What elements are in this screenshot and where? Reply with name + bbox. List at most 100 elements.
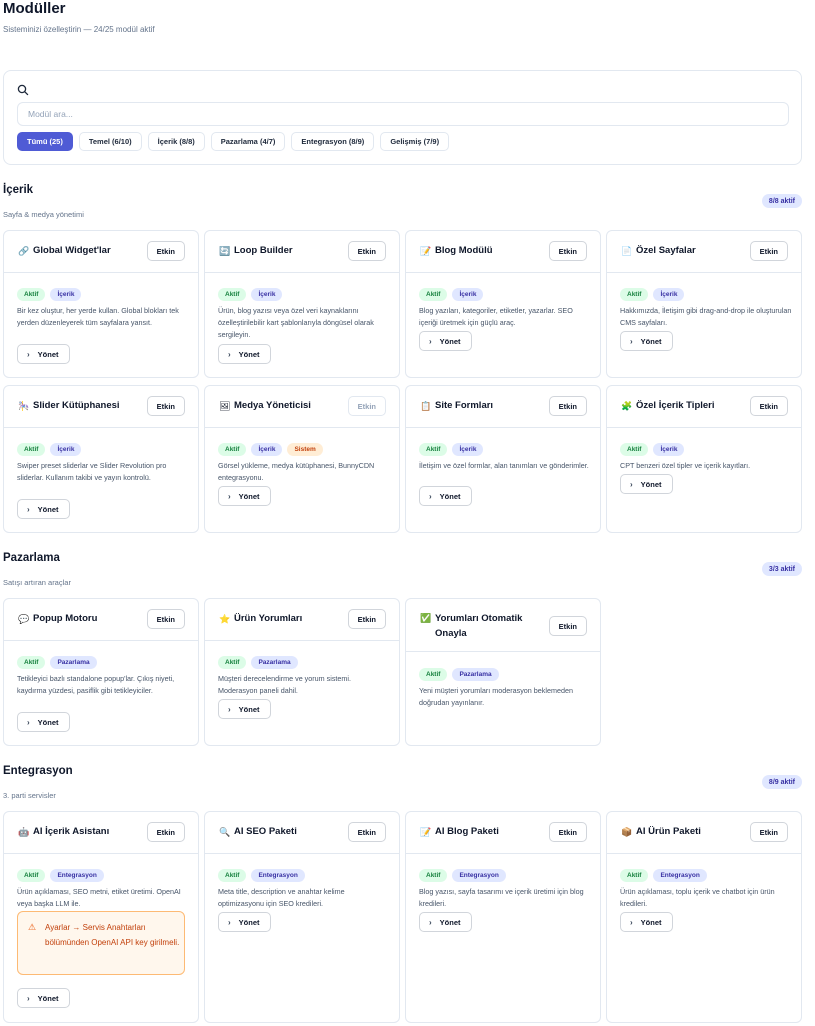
enable-toggle[interactable]: Etkin xyxy=(146,609,185,629)
section-title-icerik: İçerik xyxy=(3,184,34,196)
card-title: Popup Motoru xyxy=(33,613,98,624)
status-badge: Aktif xyxy=(218,869,247,882)
manage-button[interactable]: › Yönet xyxy=(419,486,472,506)
star-icon: ⭐ xyxy=(219,614,231,624)
status-badge: Aktif xyxy=(218,656,247,669)
status-badge: Aktif xyxy=(620,288,649,301)
chevron-right-icon: › xyxy=(429,336,432,346)
card-description: Tetikleyici bazlı standalone popup'lar. … xyxy=(17,674,175,695)
manage-label: Yönet xyxy=(238,491,260,501)
manage-button[interactable]: › Yönet xyxy=(218,699,271,719)
manage-button[interactable]: › Yönet xyxy=(419,331,472,351)
manage-button[interactable]: › Yönet xyxy=(17,988,70,1008)
enable-toggle[interactable]: Etkin xyxy=(146,822,185,842)
status-badge: Aktif xyxy=(17,656,46,669)
speech-bubble-icon: 💬 xyxy=(18,614,30,624)
filter-chip-entegrasyon[interactable]: Entegrasyon (8/9) xyxy=(291,132,375,151)
slider-icon: 🎠 xyxy=(18,401,30,411)
card-description: Bir kez oluştur, her yerde kullan. Globa… xyxy=(17,306,179,327)
module-card-ai-seo-package: 🔍 AI SEO Paketi Etkin Aktif Entegrasyon … xyxy=(204,811,400,1023)
chevron-right-icon: › xyxy=(228,704,231,714)
enable-toggle[interactable]: Etkin xyxy=(548,616,587,636)
status-badge: Aktif xyxy=(419,869,448,882)
card-title: Site Formları xyxy=(435,400,494,411)
module-card-auto-approve-reviews: ✅ Yorumları Otomatik Onayla Etkin Aktif … xyxy=(405,598,601,746)
manage-button[interactable]: › Yönet xyxy=(218,912,271,932)
category-badge: Pazarlama xyxy=(452,668,499,681)
page-icon: 📄 xyxy=(621,246,633,256)
enable-toggle[interactable]: Etkin xyxy=(548,822,587,842)
card-description: Ürün açıklaması, SEO metni, etiket üreti… xyxy=(17,887,181,908)
card-description: Müşteri derecelendirme ve yorum sistemi.… xyxy=(218,674,352,695)
card-description: Blog yazıları, kategoriler, etiketler, y… xyxy=(419,306,573,327)
warning-text: Ayarlar → Servis Anahtarları bölümünden … xyxy=(45,923,180,947)
manage-button[interactable]: › Yönet xyxy=(17,712,70,732)
module-card-custom-pages: 📄 Özel Sayfalar Etkin Aktif İçerik Hakkı… xyxy=(606,230,802,378)
enable-toggle[interactable]: Etkin xyxy=(749,396,788,416)
enable-toggle[interactable]: Etkin xyxy=(146,396,185,416)
manage-button[interactable]: › Yönet xyxy=(17,499,70,519)
enable-toggle[interactable]: Etkin xyxy=(146,241,185,261)
filter-panel: Tümü (25) Temel (6/10) İçerik (8/8) Paza… xyxy=(3,70,802,165)
chevron-right-icon: › xyxy=(429,917,432,927)
manage-button[interactable]: › Yönet xyxy=(620,331,673,351)
manage-button[interactable]: › Yönet xyxy=(218,486,271,506)
module-card-site-forms: 📋 Site Formları Etkin Aktif İçerik İleti… xyxy=(405,385,601,533)
section-subtitle-icerik: Sayfa & medya yönetimi xyxy=(3,210,84,219)
chevron-right-icon: › xyxy=(27,504,30,514)
card-title: AI İçerik Asistanı xyxy=(33,826,110,837)
manage-label: Yönet xyxy=(238,917,260,927)
image-icon: 🖼 xyxy=(219,401,231,411)
enable-toggle[interactable]: Etkin xyxy=(347,241,386,261)
category-badge: Pazarlama xyxy=(50,656,97,669)
chevron-right-icon: › xyxy=(429,491,432,501)
filter-chip-gelismis[interactable]: Gelişmiş (7/9) xyxy=(380,132,450,151)
card-description: Görsel yükleme, medya kütüphanesi, Bunny… xyxy=(218,461,375,482)
category-badge: İçerik xyxy=(50,288,82,301)
enable-toggle[interactable]: Etkin xyxy=(347,396,386,416)
manage-button[interactable]: › Yönet xyxy=(419,912,472,932)
enable-toggle[interactable]: Etkin xyxy=(749,822,788,842)
manage-label: Yönet xyxy=(439,491,461,501)
manage-button[interactable]: › Yönet xyxy=(620,912,673,932)
chevron-right-icon: › xyxy=(27,349,30,359)
card-title: AI Ürün Paketi xyxy=(636,826,701,837)
manage-label: Yönet xyxy=(439,336,461,346)
section-badge-pazarlama: 3/3 aktif xyxy=(761,562,802,576)
enable-toggle[interactable]: Etkin xyxy=(347,609,386,629)
category-badge: Entegrasyon xyxy=(251,869,305,882)
card-description: CPT benzeri özel tipler ve içerik kayıtl… xyxy=(620,461,751,470)
card-description: Swiper preset sliderlar ve Slider Revolu… xyxy=(17,461,167,482)
filter-chip-icerik[interactable]: İçerik (8/8) xyxy=(147,132,205,151)
manage-button[interactable]: › Yönet xyxy=(17,344,70,364)
card-title: Özel İçerik Tipleri xyxy=(636,400,715,411)
card-description: Hakkımızda, İletişim gibi drag-and-drop … xyxy=(620,306,792,327)
filter-chip-temel[interactable]: Temel (6/10) xyxy=(78,132,142,151)
section-badge-entegrasyon: 8/9 aktif xyxy=(761,775,802,789)
manage-label: Yönet xyxy=(640,336,662,346)
enable-toggle[interactable]: Etkin xyxy=(347,822,386,842)
clipboard-icon: 📋 xyxy=(420,401,432,411)
card-title: Blog Modülü xyxy=(435,245,493,256)
warning-alert: ⚠ Ayarlar → Servis Anahtarları bölümünde… xyxy=(17,911,185,975)
section-subtitle-entegrasyon: 3. parti servisler xyxy=(3,791,56,800)
search-icon xyxy=(17,84,29,96)
manage-button[interactable]: › Yönet xyxy=(620,474,673,494)
enable-toggle[interactable]: Etkin xyxy=(749,241,788,261)
category-badge: Pazarlama xyxy=(251,656,298,669)
chevron-right-icon: › xyxy=(630,336,633,346)
module-card-product-reviews: ⭐ Ürün Yorumları Etkin Aktif Pazarlama M… xyxy=(204,598,400,746)
manage-label: Yönet xyxy=(238,704,260,714)
card-title: Global Widget'lar xyxy=(33,245,111,256)
enable-toggle[interactable]: Etkin xyxy=(548,396,587,416)
filter-chip-all[interactable]: Tümü (25) xyxy=(17,132,73,151)
manage-button[interactable]: › Yönet xyxy=(218,344,271,364)
enable-toggle[interactable]: Etkin xyxy=(548,241,587,261)
status-badge: Aktif xyxy=(620,869,649,882)
card-title: Slider Kütüphanesi xyxy=(33,400,120,411)
filter-chip-pazarlama[interactable]: Pazarlama (4/7) xyxy=(210,132,286,151)
section-title-entegrasyon: Entegrasyon xyxy=(3,765,73,777)
module-card-ai-content-assistant: 🤖 AI İçerik Asistanı Etkin Aktif Entegra… xyxy=(3,811,199,1023)
search-input[interactable] xyxy=(17,102,789,126)
card-title: Medya Yöneticisi xyxy=(234,400,311,411)
